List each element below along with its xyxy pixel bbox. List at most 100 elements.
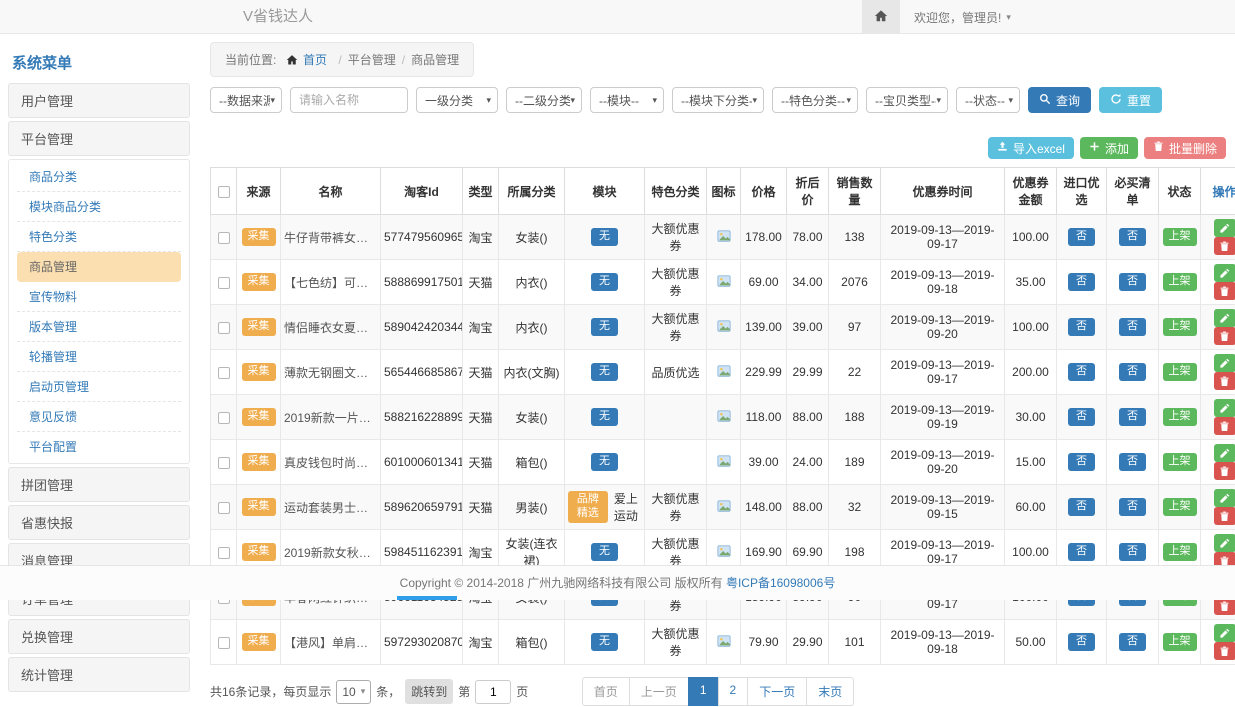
- sidebar-item-goods-mgmt[interactable]: 商品管理: [17, 252, 181, 282]
- row-checkbox[interactable]: [218, 457, 230, 469]
- row-checkbox[interactable]: [218, 367, 230, 379]
- breadcrumb-home-link[interactable]: 首页: [303, 53, 327, 67]
- import-select-toggle[interactable]: 否: [1068, 228, 1095, 246]
- page-number-input[interactable]: [475, 680, 511, 704]
- sidebar-item-feedback[interactable]: 意见反馈: [17, 402, 181, 432]
- status-badge[interactable]: 上架: [1163, 453, 1197, 471]
- edit-button[interactable]: [1214, 264, 1235, 282]
- user-menu[interactable]: 欢迎您，管理员! ▾: [914, 9, 1011, 26]
- select-all-checkbox[interactable]: [218, 186, 230, 198]
- status-badge[interactable]: 上架: [1163, 273, 1197, 291]
- import-excel-button[interactable]: 导入excel: [988, 137, 1074, 159]
- delete-button[interactable]: [1214, 327, 1235, 345]
- module-badge[interactable]: 品牌精选: [568, 491, 608, 523]
- row-checkbox[interactable]: [218, 412, 230, 424]
- row-checkbox[interactable]: [218, 547, 230, 559]
- module-sub-filter[interactable]: --模块下分类--▾: [672, 87, 764, 113]
- status-badge[interactable]: 上架: [1163, 228, 1197, 246]
- edit-button[interactable]: [1214, 489, 1235, 507]
- import-select-toggle[interactable]: 否: [1068, 543, 1095, 561]
- edit-button[interactable]: [1214, 534, 1235, 552]
- sidebar-item-goods-category[interactable]: 商品分类: [17, 162, 181, 192]
- row-checkbox[interactable]: [218, 277, 230, 289]
- sidebar-item-carousel-mgmt[interactable]: 轮播管理: [17, 342, 181, 372]
- must-buy-toggle[interactable]: 否: [1119, 408, 1146, 426]
- add-button[interactable]: 添加: [1080, 137, 1138, 159]
- edit-button[interactable]: [1214, 354, 1235, 372]
- module-badge[interactable]: 无: [591, 273, 618, 291]
- sidebar-item-version-mgmt[interactable]: 版本管理: [17, 312, 181, 342]
- icp-link[interactable]: 粤ICP备16098006号: [726, 576, 835, 590]
- module-filter[interactable]: --模块--▾: [590, 87, 664, 113]
- edit-button[interactable]: [1214, 219, 1235, 237]
- module-badge[interactable]: 无: [591, 228, 618, 246]
- module-badge[interactable]: 无: [591, 543, 618, 561]
- module-badge[interactable]: 无: [591, 633, 618, 651]
- delete-button[interactable]: [1214, 282, 1235, 300]
- per-page-select[interactable]: 10 ▾: [336, 680, 371, 704]
- delete-button[interactable]: [1214, 462, 1235, 480]
- jump-button[interactable]: 跳转到: [405, 679, 453, 704]
- page-1[interactable]: 1: [688, 677, 719, 706]
- status-badge[interactable]: 上架: [1163, 318, 1197, 336]
- status-badge[interactable]: 上架: [1163, 633, 1197, 651]
- module-badge[interactable]: 无: [591, 408, 618, 426]
- import-select-toggle[interactable]: 否: [1068, 633, 1095, 651]
- sidebar-item-module-goods-category[interactable]: 模块商品分类: [17, 192, 181, 222]
- sidebar-item-platform-mgmt[interactable]: 平台管理: [8, 121, 190, 156]
- module-badge[interactable]: 无: [591, 318, 618, 336]
- status-badge[interactable]: 上架: [1163, 363, 1197, 381]
- status-badge[interactable]: 上架: [1163, 408, 1197, 426]
- batch-delete-button[interactable]: 批量删除: [1144, 137, 1226, 159]
- import-select-toggle[interactable]: 否: [1068, 453, 1095, 471]
- must-buy-toggle[interactable]: 否: [1119, 633, 1146, 651]
- edit-button[interactable]: [1214, 624, 1235, 642]
- must-buy-toggle[interactable]: 否: [1119, 453, 1146, 471]
- row-checkbox[interactable]: [218, 322, 230, 334]
- must-buy-toggle[interactable]: 否: [1119, 318, 1146, 336]
- status-filter[interactable]: --状态--▾: [956, 87, 1020, 113]
- must-buy-toggle[interactable]: 否: [1119, 498, 1146, 516]
- page-next[interactable]: 下一页: [747, 677, 807, 706]
- sidebar-item-platform-config[interactable]: 平台配置: [17, 432, 181, 461]
- row-checkbox[interactable]: [218, 502, 230, 514]
- sidebar-item-splash-mgmt[interactable]: 启动页管理: [17, 372, 181, 402]
- level2-category-filter[interactable]: --二级分类--▾: [506, 87, 582, 113]
- must-buy-toggle[interactable]: 否: [1119, 273, 1146, 291]
- sidebar-item-group-buy-mgmt[interactable]: 拼团管理: [8, 467, 190, 502]
- module-badge[interactable]: 无: [591, 363, 618, 381]
- row-checkbox[interactable]: [218, 232, 230, 244]
- delete-button[interactable]: [1214, 642, 1235, 660]
- edit-button[interactable]: [1214, 399, 1235, 417]
- sidebar-item-stats-mgmt[interactable]: 统计管理: [8, 657, 190, 692]
- delete-button[interactable]: [1214, 507, 1235, 525]
- row-checkbox[interactable]: [218, 637, 230, 649]
- page-2[interactable]: 2: [718, 677, 749, 706]
- page-last[interactable]: 末页: [806, 677, 854, 706]
- sidebar-item-user-mgmt[interactable]: 用户管理: [8, 83, 190, 118]
- delete-button[interactable]: [1214, 417, 1235, 435]
- sidebar-item-saving-news[interactable]: 省惠快报: [8, 505, 190, 540]
- import-select-toggle[interactable]: 否: [1068, 498, 1095, 516]
- search-button[interactable]: 查询: [1028, 87, 1091, 113]
- sidebar-item-exchange-mgmt[interactable]: 兑换管理: [8, 619, 190, 654]
- reset-button[interactable]: 重置: [1099, 87, 1162, 113]
- import-select-toggle[interactable]: 否: [1068, 363, 1095, 381]
- page-first[interactable]: 首页: [582, 677, 630, 706]
- must-buy-toggle[interactable]: 否: [1119, 228, 1146, 246]
- sidebar-item-promo-material[interactable]: 宣传物料: [17, 282, 181, 312]
- import-select-toggle[interactable]: 否: [1068, 318, 1095, 336]
- status-badge[interactable]: 上架: [1163, 498, 1197, 516]
- page-prev[interactable]: 上一页: [629, 677, 689, 706]
- edit-button[interactable]: [1214, 444, 1235, 462]
- item-type-filter[interactable]: --宝贝类型--▾: [866, 87, 948, 113]
- delete-button[interactable]: [1214, 237, 1235, 255]
- data-source-filter[interactable]: --数据来源--▾: [210, 87, 282, 113]
- import-select-toggle[interactable]: 否: [1068, 408, 1095, 426]
- delete-button[interactable]: [1214, 372, 1235, 390]
- import-select-toggle[interactable]: 否: [1068, 273, 1095, 291]
- edit-button[interactable]: [1214, 309, 1235, 327]
- must-buy-toggle[interactable]: 否: [1119, 363, 1146, 381]
- module-badge[interactable]: 无: [591, 453, 618, 471]
- sidebar-item-feature-category[interactable]: 特色分类: [17, 222, 181, 252]
